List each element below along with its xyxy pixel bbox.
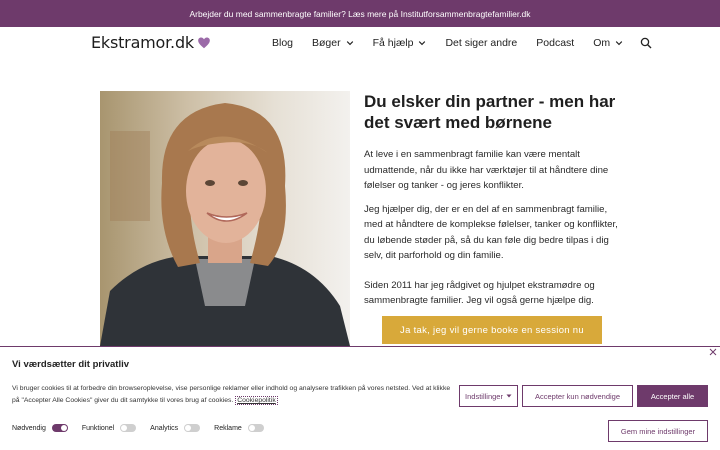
- toggle-switch[interactable]: [120, 424, 137, 432]
- accept-necessary-button[interactable]: Accepter kun nødvendige: [522, 385, 633, 407]
- announcement-bar[interactable]: Arbejder du med sammenbragte familier? L…: [0, 0, 720, 27]
- cookie-policy-link[interactable]: Cookiepolitik: [235, 396, 278, 405]
- toggle-label: Reklame: [214, 424, 242, 432]
- book-session-button[interactable]: Ja tak, jeg vil gerne booke en session n…: [382, 316, 602, 344]
- announcement-text[interactable]: Arbejder du med sammenbragte familier? L…: [189, 9, 530, 19]
- chevron-down-icon: [346, 41, 353, 46]
- toggle-switch[interactable]: [184, 424, 201, 432]
- toggle-switch[interactable]: [247, 424, 264, 432]
- chevron-down-icon: [615, 41, 623, 46]
- cookie-settings-button[interactable]: Indstillinger: [459, 385, 518, 407]
- cookie-title: Vi værdsætter dit privatliv: [12, 359, 130, 370]
- nav-item-podcast[interactable]: Podcast: [536, 37, 574, 49]
- hero-title: Du elsker din partner - men har det svær…: [364, 92, 616, 132]
- chevron-down-icon: [419, 41, 426, 46]
- nav-item-boger[interactable]: Bøger: [312, 37, 354, 49]
- caret-down-icon: [506, 394, 512, 398]
- portrait-illustration: [100, 91, 350, 346]
- cookie-description: Vi bruger cookies til at forbedre din br…: [12, 383, 452, 407]
- toggle-advertising[interactable]: Reklame: [214, 424, 264, 432]
- hero-paragraph: Jeg hjælper dig, der er en del af en sam…: [364, 203, 618, 262]
- toggle-label: Analytics: [150, 424, 179, 432]
- nav-item-fa-hjaelp[interactable]: Få hjælp: [373, 37, 427, 49]
- nav-label: Om: [593, 37, 611, 49]
- site-logo[interactable]: Ekstramor.dk: [91, 33, 211, 52]
- nav-label: Podcast: [536, 37, 575, 49]
- toggle-label: Nødvendig: [12, 424, 46, 432]
- toggle-switch[interactable]: [51, 424, 68, 432]
- toggle-analytics[interactable]: Analytics: [150, 424, 201, 432]
- toggle-necessary[interactable]: Nødvendig: [12, 424, 68, 432]
- toggle-label: Funktionel: [81, 424, 115, 432]
- cookie-category-toggles: Nødvendig Funktionel Analytics Reklame: [12, 424, 278, 432]
- nav-item-om[interactable]: Om: [593, 37, 623, 49]
- nav-label: Bøger: [312, 37, 341, 49]
- nav-label: Det siger andre: [445, 37, 518, 49]
- nav-label: Få hjælp: [372, 37, 414, 49]
- toggle-functional[interactable]: Funktionel: [81, 424, 137, 432]
- accept-all-button[interactable]: Accepter alle: [637, 385, 708, 407]
- hero-content: Du elsker din partner - men har det svær…: [364, 91, 626, 317]
- save-settings-button[interactable]: Gem mine indstillinger: [608, 420, 708, 442]
- cookie-description-text: Vi bruger cookies til at forbedre din br…: [12, 385, 451, 404]
- heart-icon: [198, 36, 210, 48]
- button-label: Indstillinger: [465, 391, 503, 401]
- hero-paragraph: At leve i en sammenbragt familie kan vær…: [364, 149, 609, 191]
- logo-text: Ekstramor.dk: [91, 33, 194, 52]
- hero-paragraph: Siden 2011 har jeg rådgivet og hjulpet e…: [364, 279, 595, 307]
- site-header: Ekstramor.dk Blog Bøger Få hjælp Det sig…: [0, 27, 720, 61]
- search-icon[interactable]: [640, 37, 652, 49]
- close-icon[interactable]: [709, 348, 717, 356]
- main-nav: Blog Bøger Få hjælp Det siger andre Podc…: [272, 37, 652, 49]
- cookie-banner: Vi værdsætter dit privatliv Vi bruger co…: [0, 346, 720, 450]
- nav-label: Blog: [272, 37, 294, 49]
- portrait-photo: [100, 91, 350, 346]
- nav-item-blog[interactable]: Blog: [272, 37, 293, 49]
- nav-item-det-siger-andre[interactable]: Det siger andre: [445, 37, 517, 49]
